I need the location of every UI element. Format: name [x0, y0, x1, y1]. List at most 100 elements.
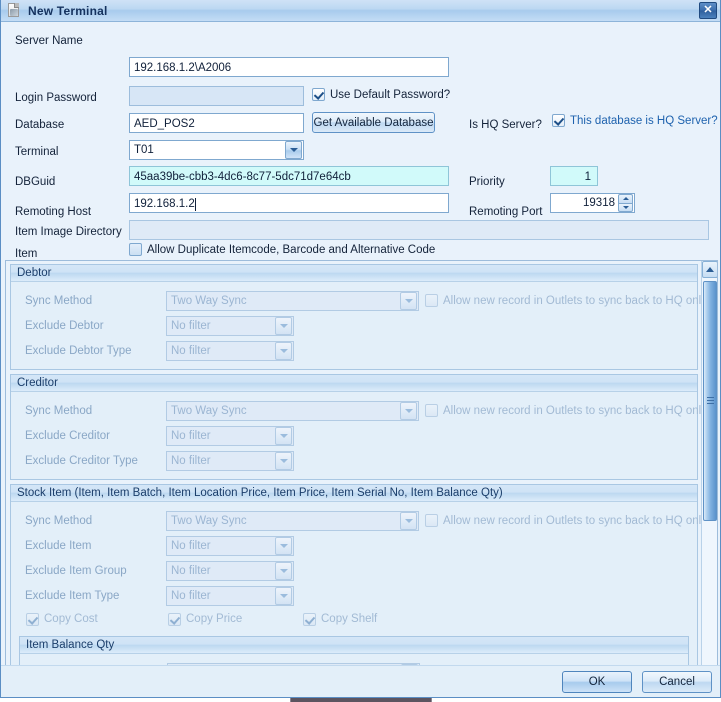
- stepper-arrows-icon[interactable]: [618, 194, 633, 212]
- copy-cost-checkbox[interactable]: Copy Cost: [26, 612, 98, 626]
- terminal-select[interactable]: T01: [129, 140, 304, 160]
- terminal-label: Terminal: [15, 146, 59, 158]
- window-title: New Terminal: [28, 3, 108, 18]
- dbguid-label-row: DBGuid: [15, 171, 55, 193]
- stock-allow-new-record-checkbox[interactable]: Allow new record in Outlets to sync back…: [425, 514, 707, 527]
- remoting-port-stepper[interactable]: 19318: [550, 193, 635, 213]
- dialog-footer: OK Cancel: [1, 665, 720, 697]
- table-row: Exclude Creditor No filter: [11, 423, 697, 448]
- allow-duplicate-itemcode-label: Allow Duplicate Itemcode, Barcode and Al…: [147, 243, 436, 256]
- exclude-debtor-select[interactable]: No filter: [166, 315, 294, 336]
- copy-price-checkbox[interactable]: Copy Price: [168, 612, 243, 626]
- remoting-host-input[interactable]: 192.168.1.2: [129, 193, 449, 213]
- creditor-allow-new-record-checkbox[interactable]: Allow new record in Outlets to sync back…: [425, 404, 707, 417]
- stock-allow-new-record-label: Allow new record in Outlets to sync back…: [443, 514, 707, 527]
- vertical-scrollbar[interactable]: [701, 261, 717, 687]
- ok-button[interactable]: OK: [562, 670, 632, 693]
- allow-duplicate-itemcode-checkbox[interactable]: Allow Duplicate Itemcode, Barcode and Al…: [129, 243, 435, 256]
- exclude-item-type-select[interactable]: No filter: [166, 585, 294, 606]
- sync-settings-scroll-panel: Debtor Sync Method Two Way Sync Allow ne…: [5, 260, 718, 688]
- chevron-down-icon[interactable]: [275, 316, 292, 335]
- creditor-sync-method-label: Sync Method: [25, 404, 93, 417]
- debtor-allow-new-record-label: Allow new record in Outlets to sync back…: [443, 294, 707, 307]
- cancel-button[interactable]: Cancel: [642, 670, 712, 693]
- chevron-down-icon[interactable]: [275, 561, 292, 580]
- chevron-down-icon[interactable]: [400, 291, 417, 310]
- server-name-label-row: Server Name: [15, 30, 83, 52]
- exclude-debtor-value: No filter: [171, 319, 211, 332]
- table-row: Exclude Item Type No filter: [11, 583, 697, 608]
- exclude-debtor-type-select[interactable]: No filter: [166, 340, 294, 361]
- section-debtor: Debtor Sync Method Two Way Sync Allow ne…: [10, 264, 707, 370]
- is-hq-server-label: Is HQ Server?: [469, 119, 542, 131]
- chevron-down-icon[interactable]: [275, 586, 292, 605]
- section-item-balance-qty-header: Item Balance Qty: [20, 637, 688, 654]
- database-input[interactable]: AED_POS2: [129, 113, 304, 133]
- table-row: Exclude Item No filter: [11, 533, 697, 558]
- priority-input[interactable]: 1: [550, 166, 598, 186]
- desktop-bottom-strip: [0, 698, 721, 702]
- exclude-item-group-label: Exclude Item Group: [25, 564, 127, 577]
- get-available-database-button[interactable]: Get Available Database: [312, 112, 435, 133]
- table-row: Sync Method Two Way Sync Allow new recor…: [11, 398, 707, 423]
- section-creditor: Creditor Sync Method Two Way Sync Allow …: [10, 374, 707, 480]
- checkbox-icon: [425, 514, 438, 527]
- terminal-label-row: Terminal: [15, 141, 58, 163]
- login-password-input[interactable]: [129, 86, 304, 106]
- table-row: Exclude Debtor Type No filter: [11, 338, 697, 363]
- table-row: Exclude Debtor No filter: [11, 313, 697, 338]
- item-image-directory-label: Item Image Directory: [15, 226, 122, 238]
- exclude-item-group-select[interactable]: No filter: [166, 560, 294, 581]
- server-name-input[interactable]: 192.168.1.2\A2006: [129, 57, 449, 77]
- priority-label-row: Priority: [469, 171, 505, 193]
- database-label-row: Database: [15, 114, 64, 136]
- debtor-sync-method-select[interactable]: Two Way Sync: [166, 290, 419, 311]
- login-password-label-row: Login Password: [15, 87, 97, 109]
- exclude-item-label: Exclude Item: [25, 539, 92, 552]
- priority-label: Priority: [469, 176, 505, 188]
- is-hq-server-checkbox[interactable]: This database is HQ Server?: [552, 114, 718, 127]
- checkbox-icon: [312, 88, 325, 101]
- chevron-down-icon[interactable]: [400, 401, 417, 420]
- dbguid-input[interactable]: 45aa39be-cbb3-4dc6-8c77-5dc71d7e64cb: [129, 166, 449, 186]
- exclude-creditor-type-select[interactable]: No filter: [166, 450, 294, 471]
- item-image-directory-label-row: Item Image Directory: [15, 221, 122, 243]
- title-bar[interactable]: New Terminal ✕: [1, 0, 720, 22]
- chevron-down-icon[interactable]: [275, 451, 292, 470]
- table-row: Exclude Item Group No filter: [11, 558, 697, 583]
- scrollbar-thumb[interactable]: [703, 281, 717, 521]
- login-password-label: Login Password: [15, 92, 97, 104]
- debtor-sync-method-value: Two Way Sync: [171, 294, 247, 307]
- remoting-port-value: 19318: [583, 197, 615, 209]
- exclude-item-select[interactable]: No filter: [166, 535, 294, 556]
- chevron-down-icon[interactable]: [285, 141, 302, 159]
- section-stock-item-header: Stock Item (Item, Item Batch, Item Locat…: [11, 485, 697, 502]
- copy-cost-label: Copy Cost: [44, 613, 98, 625]
- section-creditor-header: Creditor: [11, 375, 697, 392]
- item-image-directory-input[interactable]: [129, 220, 709, 240]
- scroll-up-icon[interactable]: [702, 261, 717, 278]
- checkbox-icon: [303, 612, 316, 626]
- is-hq-server-checkbox-label: This database is HQ Server?: [570, 114, 718, 127]
- close-icon[interactable]: ✕: [699, 2, 717, 19]
- checkbox-icon: [129, 243, 142, 256]
- remoting-host-value: 192.168.1.2: [134, 198, 195, 210]
- copy-price-label: Copy Price: [186, 613, 243, 625]
- creditor-sync-method-select[interactable]: Two Way Sync: [166, 400, 419, 421]
- copy-shelf-checkbox[interactable]: Copy Shelf: [303, 612, 377, 626]
- stock-sync-method-select[interactable]: Two Way Sync: [166, 510, 419, 531]
- chevron-down-icon[interactable]: [275, 341, 292, 360]
- section-creditor-body: Sync Method Two Way Sync Allow new recor…: [11, 392, 707, 479]
- page-icon: [7, 3, 22, 18]
- exclude-debtor-type-value: No filter: [171, 344, 211, 357]
- chevron-down-icon[interactable]: [275, 426, 292, 445]
- use-default-password-checkbox[interactable]: Use Default Password?: [312, 88, 450, 101]
- checkbox-icon: [425, 404, 438, 417]
- debtor-allow-new-record-checkbox[interactable]: Allow new record in Outlets to sync back…: [425, 294, 707, 307]
- table-row: Exclude Creditor Type No filter: [11, 448, 697, 473]
- chevron-down-icon[interactable]: [400, 511, 417, 530]
- chevron-down-icon[interactable]: [275, 536, 292, 555]
- copy-options-row: Copy Cost Copy Price Copy Shelf: [11, 608, 697, 630]
- exclude-creditor-select[interactable]: No filter: [166, 425, 294, 446]
- exclude-debtor-label: Exclude Debtor: [25, 319, 104, 332]
